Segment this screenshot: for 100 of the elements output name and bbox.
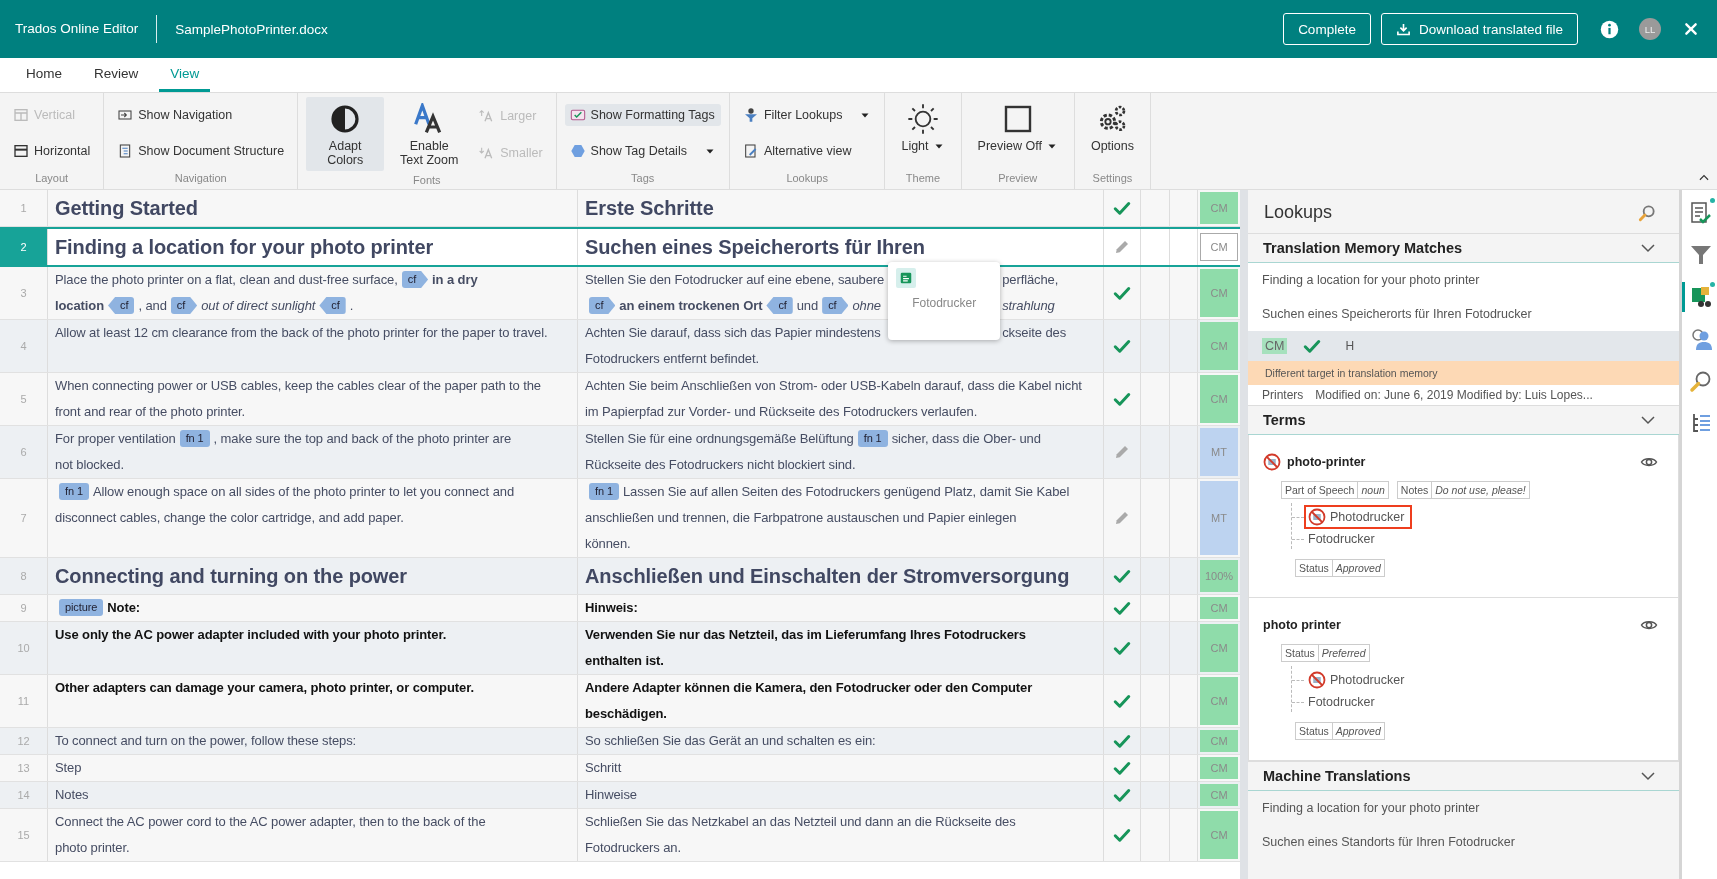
segment-number: 15 (0, 809, 48, 861)
segment-number: 1 (0, 190, 48, 226)
field-label: Status (1296, 560, 1333, 576)
segment-row[interactable]: 15 Connect the AC power cord to the AC power adapter, then to the back of the photo printer. Schließen Sie das Netzkabel an das Netzteil und dann an die Rückseite des Fotodruckers an. CM (0, 809, 1240, 862)
tag-marker: cf (766, 297, 793, 314)
segment-text: Anschließen und Einschalten der Stromversorgung (585, 565, 1070, 587)
segment-text: ohne (852, 298, 881, 313)
segment-row[interactable]: 12 To connect and turn on the power, follow these steps: So schließen Sie das Gerät an und schalten es ein: CM (0, 728, 1240, 755)
side-tool-button[interactable] (1682, 282, 1717, 312)
tag-marker: fn 1 (59, 483, 89, 500)
download-button[interactable]: Download translated file (1380, 13, 1578, 45)
segment-text: Connect the AC power cord to the AC power adapter, then to the back of the (55, 814, 486, 829)
match-status: CM (1200, 233, 1238, 261)
ribbon-button[interactable]: Enable Text Zoom (390, 97, 469, 171)
group-label: Preview (997, 171, 1039, 186)
tag-marker: fn 1 (589, 483, 619, 500)
segment-row[interactable]: 11 Other adapters can damage your camera, photo printer, or computer. Andere Adapter können die Kamera, den Fotodrucker oder den Computer beschädigen. CM (0, 675, 1240, 728)
tag-marker: cf (108, 297, 135, 314)
segment-row[interactable] (0, 479, 1240, 558)
segment-row[interactable]: 4 Allow at least 12 cm clearance from the back of the photo printer for the paper to travel. Achten Sie darauf, dass sich das Papier mindestens ckseite des Fotodruckers entfernt befindet. CM (0, 320, 1240, 373)
suggestion-item[interactable]: Fotodrucker (910, 294, 979, 312)
segment-text: Hinweis: (585, 600, 638, 615)
ribbon-button[interactable]: Preview Off (969, 97, 1066, 169)
segment-text: So schließen Sie das Gerät an und schalten es ein: (585, 733, 876, 748)
match-status: CM (1200, 811, 1238, 859)
section-header[interactable]: Translation Memory Matches (1248, 233, 1679, 263)
tag-marker: fn 1 (179, 430, 210, 447)
segment-number: 10 (0, 622, 48, 674)
segment-row[interactable]: 14 Notes Hinweise CM (0, 782, 1240, 809)
ribbon-button[interactable]: Adapt Colors (306, 97, 385, 171)
ribbon-button[interactable]: Light (893, 97, 953, 169)
section-header[interactable]: Machine Translations (1248, 761, 1679, 791)
tag-marker: cf (401, 271, 429, 288)
group-label: Layout (34, 171, 70, 186)
segment-number: 13 (0, 755, 48, 781)
ribbon-button[interactable]: Show Document Structure (112, 140, 290, 162)
match-status: CM (1200, 730, 1238, 752)
segment-number: 9 (0, 595, 48, 621)
mt-source-text: Finding a location for your photo printer (1261, 800, 1481, 817)
segment-text: Place the photo printer on a flat, clean and dust-free surface, (55, 272, 398, 287)
ribbon-button[interactable]: Horizontal (8, 140, 96, 162)
segment-row[interactable] (0, 373, 1240, 426)
segment-text: For proper ventilation (55, 431, 176, 446)
group-label: Navigation (173, 171, 228, 186)
ribbon-button[interactable]: Alternative view (737, 140, 877, 162)
warning-banner: Different target in translation memory (1248, 361, 1679, 385)
ribbon-button[interactable]: Show Tag Details (564, 140, 721, 162)
field-label: Part of Speech (1282, 482, 1359, 498)
section-header[interactable]: Terms (1248, 405, 1679, 435)
segment-row[interactable] (0, 426, 1240, 479)
group-label: Theme (904, 171, 942, 186)
group-label: Fonts (412, 173, 442, 188)
ribbon-button[interactable]: Filter Lookups (737, 104, 877, 126)
group-label: Lookups (785, 171, 829, 186)
segment-text: Achten Sie beim Anschließen von Strom- oder USB-Kabeln darauf, dass die Kabel nicht im Papierpfad zur Vorder- und Rückseite des Fotodruckers verlaufen. (585, 378, 1082, 419)
section-title: Machine Translations (1263, 768, 1411, 784)
segment-text: Note: (107, 600, 141, 615)
close-icon[interactable] (1683, 21, 1699, 37)
tag-marker: cf (822, 297, 849, 314)
segment-row[interactable]: 13 Step Schritt CM (0, 755, 1240, 782)
segment-row[interactable] (0, 267, 1240, 320)
tm-name: Printers (1262, 387, 1304, 404)
segment-row[interactable]: 9 picture Note: Hinweis: CM (0, 595, 1240, 622)
term-translation: Photodrucker (1330, 673, 1405, 687)
ribbon-button[interactable]: Options (1082, 97, 1142, 169)
info-icon[interactable] (1600, 19, 1619, 39)
segment-row[interactable]: 10 Use only the AC power adapter included with your photo printer. Verwenden Sie nur das Netzteil, das im Lieferumfang Ihres Fotodruckers enthalten ist. CM (0, 622, 1240, 675)
ribbon-tab[interactable]: Home (15, 66, 73, 92)
tag-marker: cf (589, 297, 616, 314)
match-status: CM (1200, 192, 1238, 224)
segment-text: sicher, dass die Ober- und (891, 431, 1041, 446)
ribbon-button[interactable]: Show Navigation (112, 104, 290, 126)
segment-text: . (349, 298, 354, 313)
segment-text: Fotodruckers an. (585, 840, 681, 855)
modified-info: Modified on: June 6, 2019 Modified by: Luis Lopes... (1315, 387, 1593, 404)
segment-text: Getting Started (55, 197, 198, 219)
segment-text: Lassen Sie auf allen Seiten des Fotodruckers genügend Platz, damit Sie Kabel (622, 484, 1070, 499)
segment-number: 3 (0, 267, 48, 319)
segment-text: Verwenden Sie nur das Netzteil, das im Lieferumfang Ihres Fotodruckers (585, 627, 1026, 642)
complete-button[interactable]: Complete (1283, 13, 1371, 45)
segment-text: können. (585, 536, 631, 551)
people-icon (1689, 327, 1713, 351)
segment-row[interactable]: 8 Connecting and turning on the power Anschließen und Einschalten der Stromversorgung 100% (0, 558, 1240, 595)
term-translation: Fotodrucker (1308, 695, 1375, 709)
segment-text: strahlung (1002, 298, 1055, 313)
segment-row[interactable]: 1 Getting Started Erste Schritte CM (0, 190, 1240, 227)
ribbon-tab[interactable]: Review (83, 66, 150, 92)
match-status: CM (1200, 375, 1238, 423)
search-icon[interactable] (1637, 202, 1657, 223)
match-status: CM (1200, 322, 1238, 370)
segment-number: 4 (0, 320, 48, 372)
segment-text: disconnect cables, change the color cartridge, and add paper. (55, 510, 404, 525)
segment-number: 2 (0, 229, 48, 265)
segment-text: Step (55, 760, 82, 775)
search-icon (1689, 369, 1713, 393)
ribbon-button[interactable]: Show Formatting Tags (564, 104, 721, 126)
segment-row[interactable]: 2 Finding a location for your photo printer Suchen eines Speicherorts für Ihren CM (0, 227, 1240, 267)
split-view-icon (13, 107, 29, 123)
alternative-view-icon (742, 143, 759, 159)
term-suggestion-icon[interactable] (896, 268, 917, 288)
